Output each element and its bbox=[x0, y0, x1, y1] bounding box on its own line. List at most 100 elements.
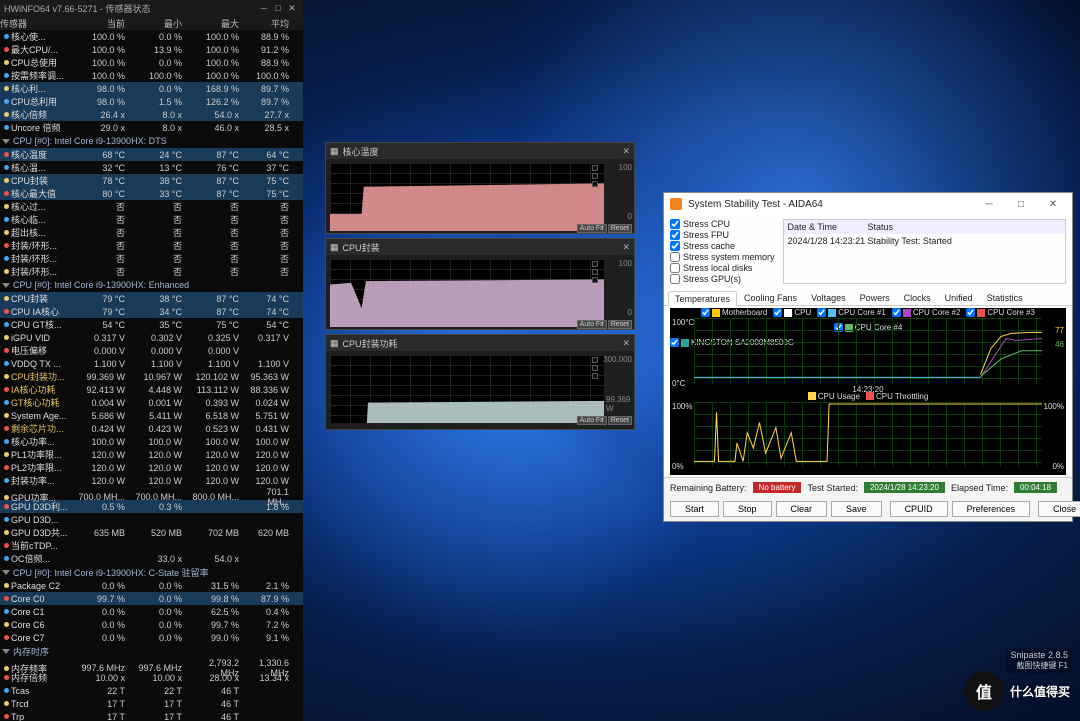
save-button[interactable]: Save bbox=[831, 501, 882, 517]
close-icon[interactable]: ✕ bbox=[622, 242, 630, 253]
sensor-row[interactable]: IA核心功耗92.413 W4.448 W113.112 W88.336 W bbox=[0, 383, 303, 396]
stress-checkbox[interactable]: Stress FPU bbox=[670, 230, 775, 240]
tab-powers[interactable]: Powers bbox=[853, 290, 897, 305]
sensor-row[interactable]: Package C20.0 %0.0 %31.5 %2.1 % bbox=[0, 579, 303, 592]
sensor-group[interactable]: CPU [#0]: Intel Core i9-13900HX: C-State… bbox=[0, 565, 303, 579]
clear-button[interactable]: Clear bbox=[776, 501, 828, 517]
sensor-row[interactable]: GPU功率...700.0 MH...700.0 MH...800.0 MH..… bbox=[0, 487, 303, 500]
aida64-titlebar[interactable]: System Stability Test - AIDA64 ─ □ ✕ bbox=[664, 193, 1072, 215]
sensor-row[interactable]: CPU封装78 °C38 °C87 °C75 °C bbox=[0, 174, 303, 187]
close-icon[interactable]: ✕ bbox=[622, 338, 630, 349]
sensor-row[interactable]: CPU GT核...54 °C35 °C75 °C54 °C bbox=[0, 318, 303, 331]
sensor-row[interactable]: 最大CPU/...100.0 %13.9 %100.0 %91.2 % bbox=[0, 43, 303, 56]
sensor-row[interactable]: 核心使...100.0 %0.0 %100.0 %88.9 % bbox=[0, 30, 303, 43]
snipaste-watermark: Snipaste 2.8.5 截图快捷键 F1 bbox=[1006, 648, 1072, 673]
stop-button[interactable]: Stop bbox=[723, 501, 772, 517]
maximize-icon[interactable]: □ bbox=[271, 3, 285, 13]
sensor-row[interactable]: 核心临...否否否否 bbox=[0, 213, 303, 226]
graph-titlebar[interactable]: ▦CPU封装功耗✕ bbox=[326, 335, 634, 351]
cpuid-button[interactable]: CPUID bbox=[890, 501, 948, 517]
reset-button[interactable]: Reset bbox=[608, 224, 632, 233]
sensor-row[interactable]: 内存倍频10.00 x10.00 x28.00 x13.34 x bbox=[0, 671, 303, 684]
stress-checkbox[interactable]: Stress CPU bbox=[670, 219, 775, 229]
hwinfo-title: HWiNFO64 v7.66-5271 - 传感器状态 bbox=[4, 2, 151, 15]
sensor-group[interactable]: CPU [#0]: Intel Core i9-13900HX: DTS bbox=[0, 134, 303, 148]
sensor-row[interactable]: VDDQ TX ...1.100 V1.100 V1.100 V1.100 V bbox=[0, 357, 303, 370]
sensor-row[interactable]: PL1功率限...120.0 W120.0 W120.0 W120.0 W bbox=[0, 448, 303, 461]
sensor-row[interactable]: Uncore 倍频29.0 x8.0 x46.0 x28.5 x bbox=[0, 121, 303, 134]
sensor-row[interactable]: GPU D3D... bbox=[0, 513, 303, 526]
sensor-row[interactable]: 按需频率调...100.0 %100.0 %100.0 %100.0 % bbox=[0, 69, 303, 82]
graph-titlebar[interactable]: ▦CPU封装✕ bbox=[326, 239, 634, 255]
maximize-icon[interactable]: □ bbox=[1008, 199, 1034, 210]
autofit-button[interactable]: Auto Fit bbox=[577, 320, 607, 329]
graph-titlebar[interactable]: ▦核心温度✕ bbox=[326, 143, 634, 159]
tab-unified[interactable]: Unified bbox=[938, 290, 980, 305]
sensor-group[interactable]: CPU [#0]: Intel Core i9-13900HX: Enhance… bbox=[0, 278, 303, 292]
sensor-row[interactable]: 核心温...32 °C13 °C76 °C37 °C bbox=[0, 161, 303, 174]
start-button[interactable]: Start bbox=[670, 501, 719, 517]
stress-checkbox[interactable]: Stress local disks bbox=[670, 263, 775, 273]
sensor-row[interactable]: System Age...5.686 W5.411 W6.518 W5.751 … bbox=[0, 409, 303, 422]
stress-checkbox[interactable]: Stress cache bbox=[670, 241, 775, 251]
sensor-row[interactable]: 当前cTDP... bbox=[0, 539, 303, 552]
sensor-row[interactable]: Core C70.0 %0.0 %99.0 %9.1 % bbox=[0, 631, 303, 644]
tab-cooling-fans[interactable]: Cooling Fans bbox=[737, 290, 804, 305]
sensor-row[interactable]: iGPU VID0.317 V0.302 V0.325 V0.317 V bbox=[0, 331, 303, 344]
tab-temperatures[interactable]: Temperatures bbox=[668, 291, 737, 306]
tab-statistics[interactable]: Statistics bbox=[980, 290, 1030, 305]
sensor-row[interactable]: 核心温度68 °C24 °C87 °C64 °C bbox=[0, 148, 303, 161]
smzdm-badge-icon: 值 bbox=[964, 671, 1004, 711]
sensor-row[interactable]: Trcd17 T17 T46 T bbox=[0, 697, 303, 710]
sensor-row[interactable]: GT核心功耗0.004 W0.001 W0.393 W0.024 W bbox=[0, 396, 303, 409]
sensor-row[interactable]: OC倍频...33.0 x54.0 x bbox=[0, 552, 303, 565]
autofit-button[interactable]: Auto Fit bbox=[577, 224, 607, 233]
graph-panel[interactable]: ▦CPU封装✕1000Auto FitReset bbox=[325, 238, 635, 330]
sensor-row[interactable]: 超出核...否否否否 bbox=[0, 226, 303, 239]
hwinfo-body[interactable]: 核心使...100.0 %0.0 %100.0 %88.9 %最大CPU/...… bbox=[0, 30, 303, 721]
sensor-row[interactable]: 核心过...否否否否 bbox=[0, 200, 303, 213]
close-button[interactable]: Close bbox=[1038, 501, 1080, 517]
sensor-row[interactable]: CPU总使用100.0 %0.0 %100.0 %88.9 % bbox=[0, 56, 303, 69]
sensor-row[interactable]: Core C60.0 %0.0 %99.7 %7.2 % bbox=[0, 618, 303, 631]
close-icon[interactable]: ✕ bbox=[1040, 199, 1066, 210]
stress-checkbox[interactable]: Stress GPU(s) bbox=[670, 274, 775, 284]
minimize-icon[interactable]: ─ bbox=[976, 199, 1002, 210]
sensor-row[interactable]: 电压偏移0.000 V0.000 V0.000 V bbox=[0, 344, 303, 357]
sensor-row[interactable]: Core C099.7 %0.0 %99.8 %87.9 % bbox=[0, 592, 303, 605]
sensor-row[interactable]: CPU总利用98.0 %1.5 %126.2 %89.7 % bbox=[0, 95, 303, 108]
sensor-row[interactable]: CPU封装功...99.369 W10.967 W120.102 W95.363… bbox=[0, 370, 303, 383]
sensor-row[interactable]: Trp17 T17 T46 T bbox=[0, 710, 303, 721]
hwinfo-titlebar[interactable]: HWiNFO64 v7.66-5271 - 传感器状态 ─ □ ✕ bbox=[0, 0, 303, 16]
minimize-icon[interactable]: ─ bbox=[257, 3, 271, 13]
sensor-row[interactable]: 核心最大值80 °C33 °C87 °C75 °C bbox=[0, 187, 303, 200]
sensor-row[interactable]: 核心倍频26.4 x8.0 x54.0 x27.7 x bbox=[0, 108, 303, 121]
graph-panel[interactable]: ▦核心温度✕1000Auto FitReset bbox=[325, 142, 635, 234]
graph-panel[interactable]: ▦CPU封装功耗✕300.00099.369 WAuto FitReset bbox=[325, 334, 635, 430]
close-icon[interactable]: ✕ bbox=[622, 146, 630, 157]
sensor-row[interactable]: Core C10.0 %0.0 %62.5 %0.4 % bbox=[0, 605, 303, 618]
sensor-group[interactable]: 内存时序 bbox=[0, 644, 303, 658]
sensor-row[interactable]: 核心利...98.0 %0.0 %168.9 %89.7 % bbox=[0, 82, 303, 95]
sensor-row[interactable]: 核心功率...100.0 W100.0 W100.0 W100.0 W bbox=[0, 435, 303, 448]
sensor-row[interactable]: 内存频率997.6 MHz997.6 MHz2,793.2 MHz1,330.6… bbox=[0, 658, 303, 671]
reset-button[interactable]: Reset bbox=[608, 320, 632, 329]
sensor-row[interactable]: GPU D3D共...635 MB520 MB702 MB620 MB bbox=[0, 526, 303, 539]
close-icon[interactable]: ✕ bbox=[285, 3, 299, 14]
tab-clocks[interactable]: Clocks bbox=[897, 290, 938, 305]
tab-voltages[interactable]: Voltages bbox=[804, 290, 853, 305]
stress-checkbox[interactable]: Stress system memory bbox=[670, 252, 775, 262]
sensor-row[interactable]: PL2功率限...120.0 W120.0 W120.0 W120.0 W bbox=[0, 461, 303, 474]
sensor-row[interactable]: 封装功率...120.0 W120.0 W120.0 W120.0 W bbox=[0, 474, 303, 487]
preferences-button[interactable]: Preferences bbox=[952, 501, 1031, 517]
sensor-row[interactable]: 封装/环形...否否否否 bbox=[0, 252, 303, 265]
reset-button[interactable]: Reset bbox=[608, 416, 632, 425]
sensor-row[interactable]: 封装/环形...否否否否 bbox=[0, 239, 303, 252]
sensor-row[interactable]: 剩余芯片功...0.424 W0.423 W0.523 W0.431 W bbox=[0, 422, 303, 435]
sensor-row[interactable]: CPU封装79 °C38 °C87 °C74 °C bbox=[0, 292, 303, 305]
sensor-row[interactable]: GPU D3D利...0.5 %0.3 %1.8 % bbox=[0, 500, 303, 513]
sensor-row[interactable]: Tcas22 T22 T46 T bbox=[0, 684, 303, 697]
autofit-button[interactable]: Auto Fit bbox=[577, 416, 607, 425]
sensor-row[interactable]: CPU IA核心79 °C34 °C87 °C74 °C bbox=[0, 305, 303, 318]
sensor-row[interactable]: 封装/环形...否否否否 bbox=[0, 265, 303, 278]
